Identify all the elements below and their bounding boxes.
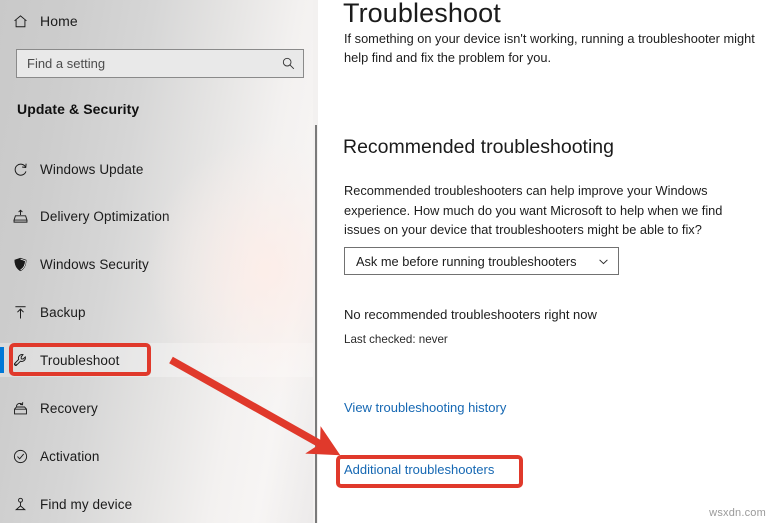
sidebar-item-backup[interactable]: Backup	[0, 295, 314, 329]
sidebar-item-delivery-optimization[interactable]: Delivery Optimization	[0, 199, 314, 233]
link-view-troubleshooting-history[interactable]: View troubleshooting history	[344, 400, 506, 415]
upload-arrow-icon	[0, 304, 40, 321]
sidebar-item-troubleshoot[interactable]: Troubleshoot	[0, 343, 314, 377]
section-heading-recommended-troubleshooting: Recommended troubleshooting	[343, 136, 615, 158]
sidebar-item-label: Windows Update	[40, 161, 144, 177]
sidebar-item-label: Activation	[40, 448, 100, 464]
search-box[interactable]	[16, 49, 304, 78]
search-input[interactable]	[17, 56, 273, 71]
selection-accent-bar	[0, 347, 4, 373]
main-content: Troubleshoot If something on your device…	[318, 0, 775, 523]
intro-text: If something on your device isn't workin…	[344, 31, 755, 65]
refresh-icon	[0, 161, 40, 178]
search-icon[interactable]	[273, 56, 303, 71]
sidebar-item-home-label: Home	[40, 13, 78, 29]
home-icon	[0, 13, 40, 30]
sidebar-item-label: Find my device	[40, 496, 133, 512]
sidebar-item-find-my-device[interactable]: Find my device	[0, 487, 314, 521]
recovery-icon	[0, 400, 40, 417]
sidebar-item-label: Recovery	[40, 400, 98, 416]
scrollbar-thumb[interactable]	[315, 125, 317, 523]
settings-window: Home Update & Security	[0, 0, 775, 523]
sidebar-item-windows-update[interactable]: Windows Update	[0, 152, 314, 186]
watermark: wsxdn.com	[709, 507, 766, 519]
last-checked-text: Last checked: never	[344, 333, 448, 346]
dropdown-selected-value: Ask me before running troubleshooters	[356, 253, 577, 269]
sidebar-item-label: Windows Security	[40, 256, 149, 272]
sidebar: Home Update & Security	[0, 0, 314, 523]
check-circle-icon	[0, 448, 40, 465]
upload-box-icon	[0, 208, 40, 225]
sidebar-section-title: Update & Security	[17, 101, 140, 117]
recommended-troubleshooting-dropdown[interactable]: Ask me before running troubleshooters	[344, 247, 619, 275]
page-title: Troubleshoot	[343, 0, 501, 28]
person-pin-icon	[0, 496, 40, 513]
link-additional-troubleshooters[interactable]: Additional troubleshooters	[344, 462, 494, 477]
sidebar-item-home[interactable]: Home	[0, 4, 314, 38]
shield-icon	[0, 256, 40, 273]
sidebar-item-label: Delivery Optimization	[40, 208, 170, 224]
section-description: Recommended troubleshooters can help imp…	[344, 183, 723, 237]
wrench-icon	[0, 352, 40, 369]
sidebar-item-label: Backup	[40, 304, 86, 320]
sidebar-item-activation[interactable]: Activation	[0, 439, 314, 473]
chevron-down-icon[interactable]	[588, 255, 618, 268]
status-text: No recommended troubleshooters right now	[344, 307, 597, 322]
sidebar-item-label: Troubleshoot	[40, 352, 120, 368]
sidebar-item-recovery[interactable]: Recovery	[0, 391, 314, 425]
sidebar-item-windows-security[interactable]: Windows Security	[0, 247, 314, 281]
